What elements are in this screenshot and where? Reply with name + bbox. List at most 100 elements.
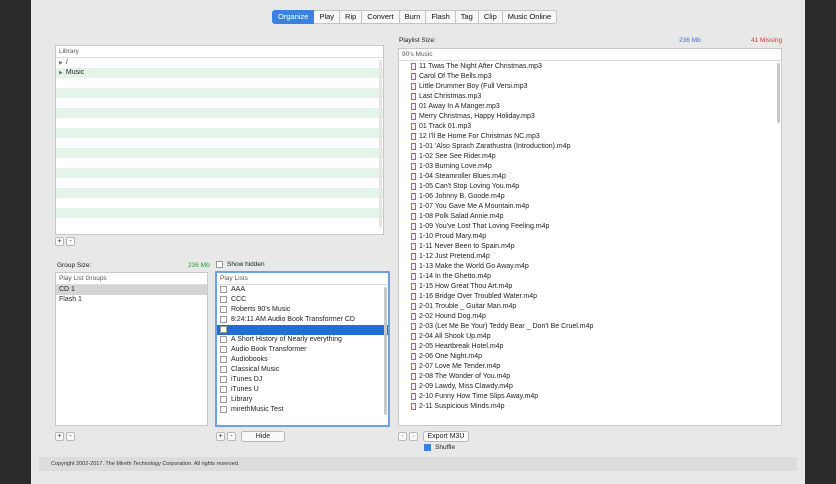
shuffle-check-icon[interactable] bbox=[424, 444, 431, 451]
track-row[interactable]: 2-09 Lawdy, Miss Clawdy.m4p bbox=[399, 382, 781, 392]
checkbox-icon[interactable] bbox=[220, 355, 227, 363]
group-item[interactable]: Flash 1 bbox=[56, 295, 207, 305]
track-row[interactable]: 1-12 Just Pretend.m4p bbox=[399, 252, 781, 262]
tab-tag[interactable]: Tag bbox=[455, 10, 479, 24]
playlist-item[interactable]: CCC bbox=[217, 295, 388, 305]
playlist-item[interactable]: Library bbox=[217, 395, 388, 405]
track-row[interactable]: 12 I'll Be Home For Christmas NC.mp3 bbox=[399, 132, 781, 142]
track-row[interactable]: Merry Christmas, Happy Holiday.mp3 bbox=[399, 112, 781, 122]
playlist-item[interactable]: A Short History of Nearly everything bbox=[217, 335, 388, 345]
library-row[interactable] bbox=[56, 148, 383, 158]
track-row[interactable]: 1-16 Bridge Over Troubled Water.m4p bbox=[399, 292, 781, 302]
library-row[interactable] bbox=[56, 78, 383, 88]
checkbox-icon[interactable] bbox=[220, 395, 227, 403]
library-row[interactable] bbox=[56, 218, 383, 228]
show-hidden-checkbox[interactable]: Show hidden bbox=[216, 261, 265, 268]
track-row[interactable]: 1-06 Johnny B. Goode.m4p bbox=[399, 192, 781, 202]
tab-music-online[interactable]: Music Online bbox=[502, 10, 558, 24]
track-row[interactable]: 1-07 You Gave Me A Mountain.m4p bbox=[399, 202, 781, 212]
track-row[interactable]: Last Christmas.mp3 bbox=[399, 92, 781, 102]
tab-flash[interactable]: Flash bbox=[426, 10, 456, 24]
checkbox-icon[interactable] bbox=[220, 385, 227, 393]
track-row[interactable]: 01 Away In A Manger.mp3 bbox=[399, 102, 781, 112]
track-row[interactable]: 2-02 Hound Dog.m4p bbox=[399, 312, 781, 322]
tab-rip[interactable]: Rip bbox=[340, 10, 363, 24]
playlist-item[interactable]: AAA bbox=[217, 285, 388, 295]
track-row[interactable]: Little Drummer Boy (Full Versi.mp3 bbox=[399, 82, 781, 92]
tab-burn[interactable]: Burn bbox=[399, 10, 427, 24]
next-button[interactable]: › bbox=[409, 432, 418, 441]
playlist-remove-button[interactable]: - bbox=[227, 432, 236, 441]
playlist-item[interactable]: iTunes U bbox=[217, 385, 388, 395]
track-row[interactable]: 2-04 All Shook Up.m4p bbox=[399, 332, 781, 342]
library-row[interactable] bbox=[56, 198, 383, 208]
playlists-scrollbar[interactable] bbox=[384, 287, 387, 415]
track-row[interactable]: 2-03 (Let Me Be Your) Teddy Bear _ Don't… bbox=[399, 322, 781, 332]
track-row[interactable]: 2-05 Heartbreak Hotel.m4p bbox=[399, 342, 781, 352]
library-row[interactable]: ▶ Music bbox=[56, 68, 383, 78]
track-row[interactable]: 1-14 In the Ghetto.m4p bbox=[399, 272, 781, 282]
library-add-button[interactable]: + bbox=[55, 237, 64, 246]
track-row[interactable]: 2-07 Love Me Tender.m4p bbox=[399, 362, 781, 372]
playlist-item[interactable]: Roberts 90's Music bbox=[217, 305, 388, 315]
group-item[interactable]: CD 1 bbox=[56, 285, 207, 295]
track-row[interactable]: 1-04 Steamroller Blues.m4p bbox=[399, 172, 781, 182]
playlist-item[interactable]: Audiobooks bbox=[217, 355, 388, 365]
tracks-scrollbar[interactable] bbox=[777, 63, 780, 123]
library-row[interactable] bbox=[56, 108, 383, 118]
track-row[interactable]: 1-03 Burning Love.m4p bbox=[399, 162, 781, 172]
show-hidden-check-icon[interactable] bbox=[216, 261, 223, 268]
playlists-list[interactable]: AAA CCC Roberts 90's Music 8:24:11 AM Audio… bbox=[217, 285, 388, 415]
playlist-groups-list[interactable]: CD 1 Flash 1 bbox=[56, 285, 207, 305]
checkbox-icon[interactable] bbox=[220, 345, 227, 353]
library-row[interactable] bbox=[56, 118, 383, 128]
library-row[interactable] bbox=[56, 168, 383, 178]
track-row[interactable]: 1-15 How Great Thou Art.m4p bbox=[399, 282, 781, 292]
playlist-add-button[interactable]: + bbox=[216, 432, 225, 441]
checkbox-icon[interactable] bbox=[220, 295, 227, 303]
track-row[interactable]: 1-02 See See Rider.m4p bbox=[399, 152, 781, 162]
shuffle-checkbox[interactable]: Shuffle bbox=[424, 444, 455, 451]
track-row[interactable]: 1-01 'Also Sprach Zarathustra (Introduct… bbox=[399, 142, 781, 152]
playlist-item[interactable] bbox=[217, 325, 388, 335]
checkbox-icon[interactable] bbox=[220, 305, 227, 313]
library-tree[interactable]: ▶ / ▶ Music bbox=[56, 58, 383, 228]
checkbox-icon[interactable] bbox=[220, 325, 227, 333]
group-remove-button[interactable]: - bbox=[66, 432, 75, 441]
library-row[interactable] bbox=[56, 158, 383, 168]
library-row[interactable] bbox=[56, 178, 383, 188]
checkbox-icon[interactable] bbox=[220, 335, 227, 343]
library-row[interactable] bbox=[56, 128, 383, 138]
checkbox-icon[interactable] bbox=[220, 375, 227, 383]
playlist-item[interactable]: iTunes DJ bbox=[217, 375, 388, 385]
library-row[interactable] bbox=[56, 188, 383, 198]
track-row[interactable]: 1-08 Polk Salad Annie.m4p bbox=[399, 212, 781, 222]
track-row[interactable]: Carol Of The Bells.mp3 bbox=[399, 72, 781, 82]
track-row[interactable]: 1-05 Can't Stop Loving You.m4p bbox=[399, 182, 781, 192]
track-row[interactable]: 1-10 Proud Mary.m4p bbox=[399, 232, 781, 242]
checkbox-icon[interactable] bbox=[220, 405, 227, 413]
tab-organize[interactable]: Organize bbox=[272, 10, 315, 24]
checkbox-icon[interactable] bbox=[220, 315, 227, 323]
group-add-button[interactable]: + bbox=[55, 432, 64, 441]
library-scrollbar[interactable] bbox=[379, 60, 382, 228]
track-row[interactable]: 2-08 The Wonder of You.m4p bbox=[399, 372, 781, 382]
prev-button[interactable]: ‹ bbox=[398, 432, 407, 441]
library-row[interactable] bbox=[56, 208, 383, 218]
track-row[interactable]: 11 Twas The Night After Christmas.mp3 bbox=[399, 62, 781, 72]
track-row[interactable]: 1-11 Never Been to Spain.m4p bbox=[399, 242, 781, 252]
track-row[interactable]: 1-13 Make the World Go Away.m4p bbox=[399, 262, 781, 272]
track-row[interactable]: 2-01 Trouble _ Guitar Man.m4p bbox=[399, 302, 781, 312]
library-remove-button[interactable]: - bbox=[66, 237, 75, 246]
playlist-item[interactable]: mirethMusic Test bbox=[217, 405, 388, 415]
track-list[interactable]: 11 Twas The Night After Christmas.mp3 Car… bbox=[399, 61, 781, 412]
track-row[interactable]: 1-09 You've Lost That Loving Feeling.m4p bbox=[399, 222, 781, 232]
library-row[interactable] bbox=[56, 138, 383, 148]
checkbox-icon[interactable] bbox=[220, 285, 227, 293]
track-row[interactable]: 2-06 One Night.m4p bbox=[399, 352, 781, 362]
playlist-item[interactable]: Classical Music bbox=[217, 365, 388, 375]
playlist-item[interactable]: Audio Book Transformer bbox=[217, 345, 388, 355]
track-row[interactable]: 2-10 Funny How Time Slips Away.m4p bbox=[399, 392, 781, 402]
hide-button[interactable]: Hide bbox=[241, 431, 285, 442]
track-row[interactable]: 2-11 Suspicious Minds.m4p bbox=[399, 402, 781, 412]
